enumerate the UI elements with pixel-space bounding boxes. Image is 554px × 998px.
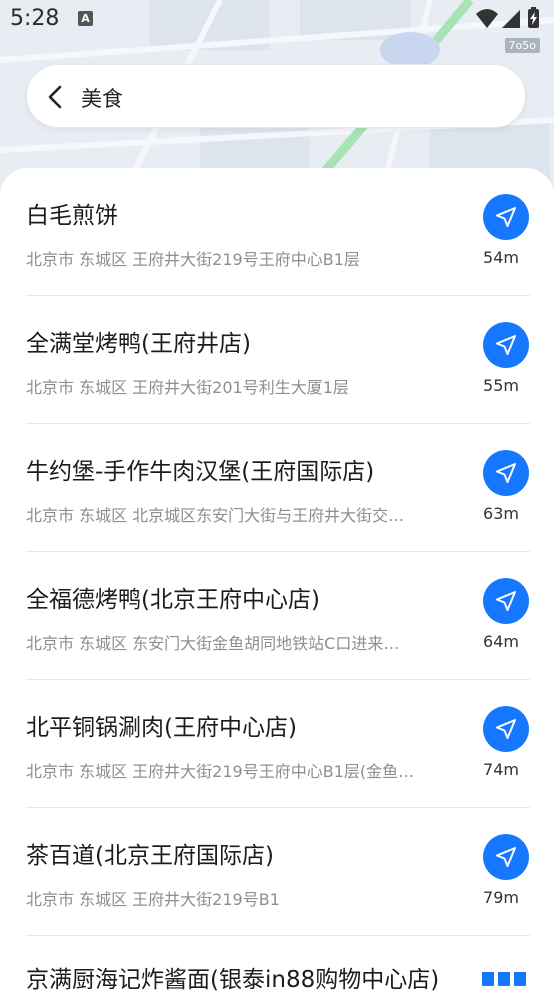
result-name: 北平铜锅涮肉(王府中心店): [26, 715, 297, 741]
list-item[interactable]: 牛约堡-手作牛肉汉堡(王府国际店) 北京市 东城区 北京城区东安门大街与王府井大…: [0, 424, 554, 552]
navigate-button[interactable]: [483, 834, 529, 880]
navigate-button[interactable]: [483, 578, 529, 624]
chevron-left-icon[interactable]: [41, 82, 71, 112]
map-scale-label: 7o5o: [504, 38, 540, 53]
navigation-arrow-icon: [496, 207, 516, 227]
result-name: 白毛煎饼: [26, 203, 118, 229]
result-name: 茶百道(北京王府国际店): [26, 843, 274, 869]
result-distance: 74m: [483, 760, 519, 779]
navigate-button[interactable]: [483, 706, 529, 752]
status-time: 5:28: [10, 6, 60, 31]
search-query[interactable]: 美食: [81, 83, 123, 113]
corner-badge: [478, 968, 528, 986]
result-distance: 64m: [483, 632, 519, 651]
divider: [26, 935, 530, 936]
navigation-arrow-icon: [496, 591, 516, 611]
status-bar: 5:28 A: [0, 0, 554, 40]
search-bar[interactable]: 美食: [26, 64, 526, 128]
navigation-arrow-icon: [496, 719, 516, 739]
result-address: 北京市 东城区 王府井大街201号利生大厦1层: [26, 378, 349, 397]
status-icons: [476, 7, 539, 28]
results-sheet: 白毛煎饼 北京市 东城区 王府井大街219号王府中心B1层 54m 全满堂烤鸭(…: [0, 168, 554, 998]
result-address: 北京市 东城区 王府井大街219号王府中心B1层(金鱼…: [26, 762, 415, 781]
wifi-icon: [476, 9, 498, 28]
result-distance: 63m: [483, 504, 519, 523]
navigation-arrow-icon: [496, 463, 516, 483]
navigate-button[interactable]: [483, 450, 529, 496]
result-distance: 55m: [483, 376, 519, 395]
list-item[interactable]: 白毛煎饼 北京市 东城区 王府井大街219号王府中心B1层 54m: [0, 168, 554, 296]
result-address: 北京市 东城区 王府井大街219号王府中心B1层: [26, 250, 360, 269]
list-item[interactable]: 全福德烤鸭(北京王府中心店) 北京市 东城区 东安门大街金鱼胡同地铁站C口进来……: [0, 552, 554, 680]
notification-icon: A: [78, 11, 93, 26]
navigation-arrow-icon: [496, 847, 516, 867]
result-distance: 79m: [483, 888, 519, 907]
result-address: 北京市 东城区 王府井大街219号B1: [26, 890, 280, 909]
result-distance: 54m: [483, 248, 519, 267]
result-name: 牛约堡-手作牛肉汉堡(王府国际店): [26, 459, 375, 485]
navigation-arrow-icon: [496, 335, 516, 355]
result-name: 全满堂烤鸭(王府井店): [26, 331, 251, 357]
result-name: 全福德烤鸭(北京王府中心店): [26, 587, 320, 613]
list-item[interactable]: 茶百道(北京王府国际店) 北京市 东城区 王府井大街219号B1 79m: [0, 808, 554, 936]
list-item[interactable]: 全满堂烤鸭(王府井店) 北京市 东城区 王府井大街201号利生大厦1层 55m: [0, 296, 554, 424]
navigate-button[interactable]: [483, 194, 529, 240]
battery-charging-icon: [528, 7, 539, 28]
result-name-partial[interactable]: 京满厨海记炸酱面(银泰in88购物中心店): [26, 960, 439, 994]
signal-icon: [502, 10, 520, 28]
result-address: 北京市 东城区 东安门大街金鱼胡同地铁站C口进来…: [26, 634, 400, 653]
navigate-button[interactable]: [483, 322, 529, 368]
list-item[interactable]: 北平铜锅涮肉(王府中心店) 北京市 东城区 王府井大街219号王府中心B1层(金…: [0, 680, 554, 808]
result-address: 北京市 东城区 北京城区东安门大街与王府井大街交…: [26, 506, 405, 525]
